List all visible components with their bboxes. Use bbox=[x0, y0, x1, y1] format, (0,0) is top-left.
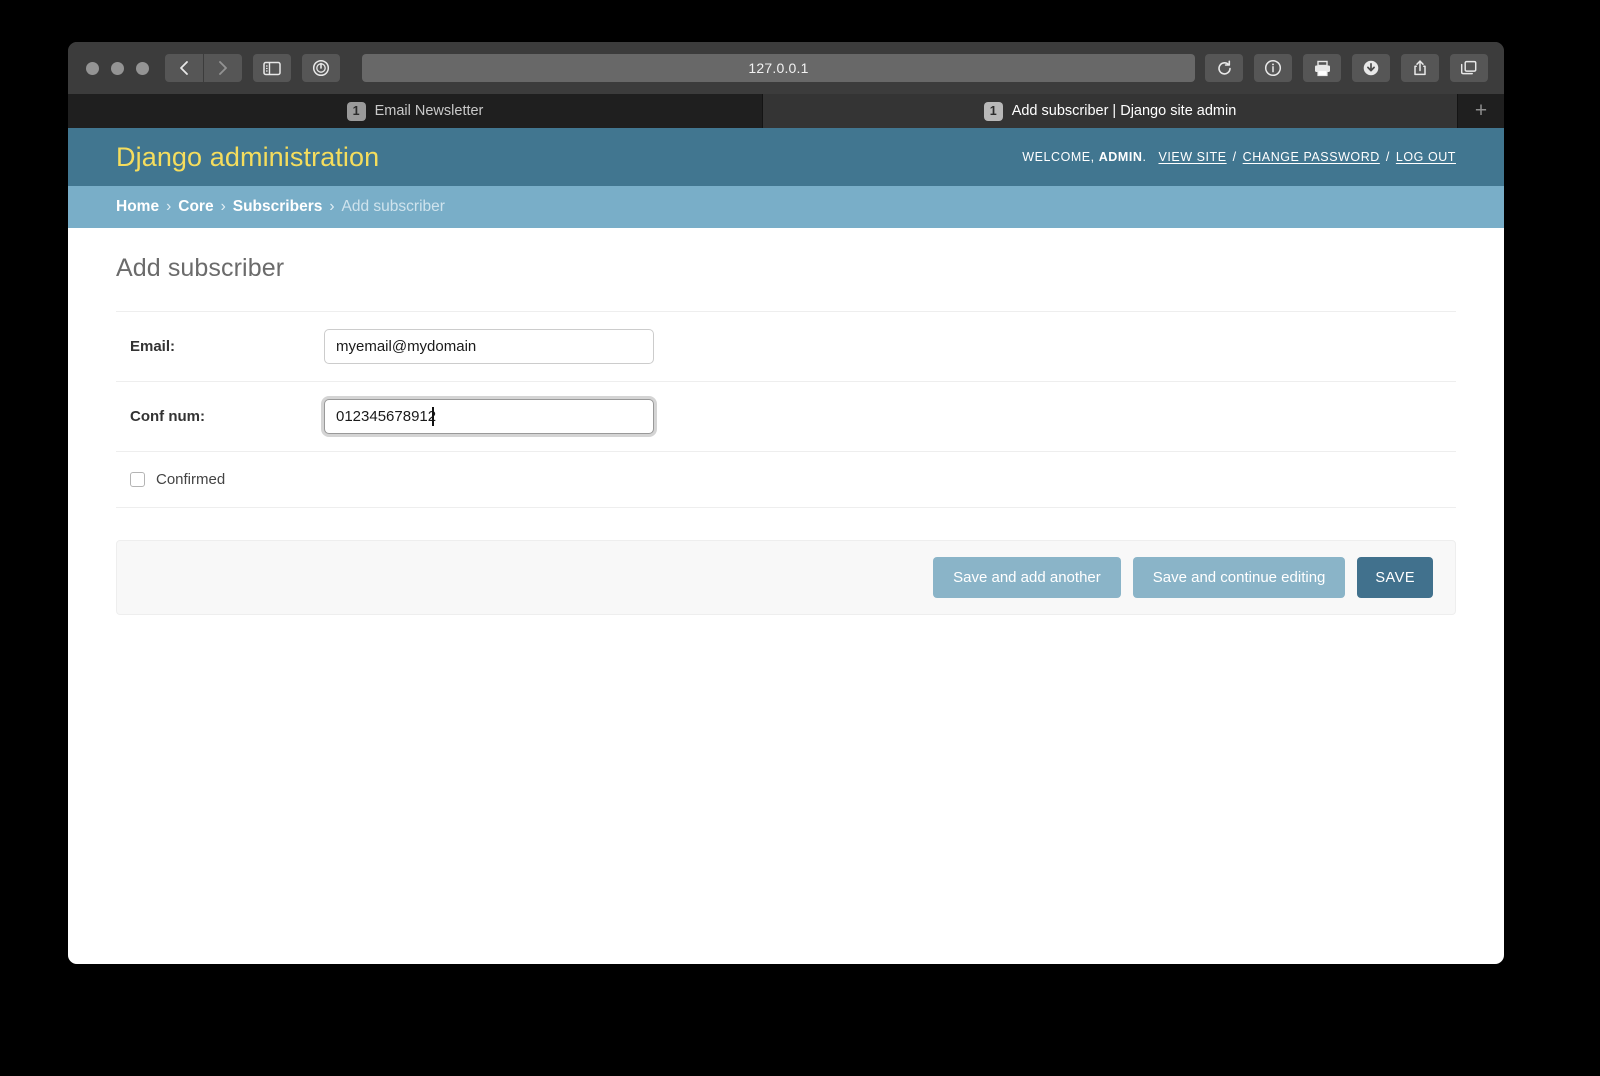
sidebar-toggle-button[interactable] bbox=[253, 54, 291, 82]
main-content: Add subscriber Email: Conf num: bbox=[68, 228, 1504, 615]
log-out-link[interactable]: Log out bbox=[1396, 150, 1456, 164]
tab-email-newsletter[interactable]: 1 Email Newsletter bbox=[68, 94, 763, 128]
conf-num-label: Conf num: bbox=[130, 408, 205, 425]
user-tools-separator: / bbox=[1232, 150, 1237, 164]
share-button[interactable] bbox=[1401, 54, 1439, 82]
breadcrumb-separator: › bbox=[220, 198, 226, 215]
breadcrumb-separator: › bbox=[166, 198, 172, 215]
breadcrumb-home[interactable]: Home bbox=[116, 198, 159, 216]
breadcrumb: Home › Core › Subscribers › Add subscrib… bbox=[68, 186, 1504, 228]
submit-row: Save and add another Save and continue e… bbox=[116, 540, 1456, 615]
toolbar-actions bbox=[1205, 54, 1490, 82]
back-arrow-icon bbox=[180, 61, 188, 75]
new-tab-button[interactable]: + bbox=[1458, 94, 1504, 128]
save-and-add-another-button[interactable]: Save and add another bbox=[933, 557, 1121, 598]
tab-bar: 1 Email Newsletter 1 Add subscriber | Dj… bbox=[68, 94, 1504, 128]
tab-label: Email Newsletter bbox=[374, 103, 484, 119]
django-admin-header: Django administration Welcome, ADMIN. Vi… bbox=[68, 128, 1504, 186]
download-icon bbox=[1363, 60, 1379, 76]
back-button[interactable] bbox=[165, 54, 203, 82]
tab-overview-button[interactable] bbox=[1450, 54, 1488, 82]
save-button[interactable]: SAVE bbox=[1357, 557, 1433, 598]
email-input-wrap bbox=[324, 329, 654, 364]
breadcrumb-core[interactable]: Core bbox=[178, 198, 213, 216]
download-button[interactable] bbox=[1352, 54, 1390, 82]
username: ADMIN bbox=[1098, 150, 1143, 164]
breadcrumb-separator: › bbox=[329, 198, 335, 215]
reload-button[interactable] bbox=[1205, 54, 1243, 82]
page-content: Django administration Welcome, ADMIN. Vi… bbox=[68, 128, 1504, 964]
form-row-conf-num: Conf num: bbox=[116, 382, 1456, 452]
conf-num-input[interactable] bbox=[324, 399, 654, 434]
privacy-report-icon bbox=[312, 59, 330, 77]
user-tools-separator: / bbox=[1385, 150, 1390, 164]
info-button[interactable] bbox=[1254, 54, 1292, 82]
view-site-link[interactable]: View site bbox=[1158, 150, 1226, 164]
tab-badge: 1 bbox=[983, 101, 1003, 121]
form-row-email: Email: bbox=[116, 312, 1456, 382]
page-title: Add subscriber bbox=[116, 254, 285, 282]
tab-badge: 1 bbox=[346, 101, 366, 121]
browser-window: 127.0.0.1 1 Email Newsletter 1 Add subsc… bbox=[68, 42, 1504, 964]
address-bar[interactable]: 127.0.0.1 bbox=[362, 54, 1195, 82]
period: . bbox=[1142, 150, 1147, 164]
minimize-window-button[interactable] bbox=[111, 61, 124, 75]
reload-icon bbox=[1217, 60, 1231, 75]
welcome-text: Welcome, bbox=[1022, 150, 1095, 164]
print-icon bbox=[1314, 60, 1330, 76]
user-tools: Welcome, ADMIN. View site / Change passw… bbox=[1022, 150, 1456, 164]
navigation-buttons bbox=[165, 54, 342, 82]
confirmed-label: Confirmed bbox=[156, 471, 226, 488]
sidebar-toggle-icon bbox=[263, 61, 281, 75]
add-subscriber-form: Email: Conf num: Confirmed bbox=[116, 311, 1456, 615]
form-row-confirmed[interactable]: Confirmed bbox=[116, 452, 1456, 508]
save-and-continue-editing-button[interactable]: Save and continue editing bbox=[1132, 557, 1346, 598]
tab-label: Add subscriber | Django site admin bbox=[1011, 103, 1237, 119]
text-cursor bbox=[432, 407, 434, 426]
browser-toolbar: 127.0.0.1 bbox=[68, 42, 1504, 94]
window-controls bbox=[82, 61, 149, 75]
forward-arrow-icon bbox=[219, 61, 227, 75]
email-label: Email: bbox=[130, 338, 176, 355]
confirmed-checkbox[interactable] bbox=[130, 472, 145, 487]
breadcrumb-subscribers[interactable]: Subscribers bbox=[233, 198, 323, 216]
email-input[interactable] bbox=[324, 329, 654, 364]
conf-num-input-wrap bbox=[324, 399, 654, 434]
tab-overview-icon bbox=[1460, 60, 1477, 74]
tab-add-subscriber[interactable]: 1 Add subscriber | Django site admin bbox=[763, 94, 1458, 128]
site-name: Django administration bbox=[116, 141, 380, 172]
breadcrumb-current: Add subscriber bbox=[341, 198, 445, 215]
change-password-link[interactable]: Change password bbox=[1243, 150, 1380, 164]
close-window-button[interactable] bbox=[86, 61, 99, 75]
info-icon bbox=[1264, 59, 1282, 77]
maximize-window-button[interactable] bbox=[136, 61, 149, 75]
url-text: 127.0.0.1 bbox=[748, 60, 809, 76]
privacy-report-button[interactable] bbox=[302, 54, 340, 82]
print-button[interactable] bbox=[1303, 54, 1341, 82]
share-icon bbox=[1414, 60, 1426, 76]
forward-button[interactable] bbox=[204, 54, 242, 82]
